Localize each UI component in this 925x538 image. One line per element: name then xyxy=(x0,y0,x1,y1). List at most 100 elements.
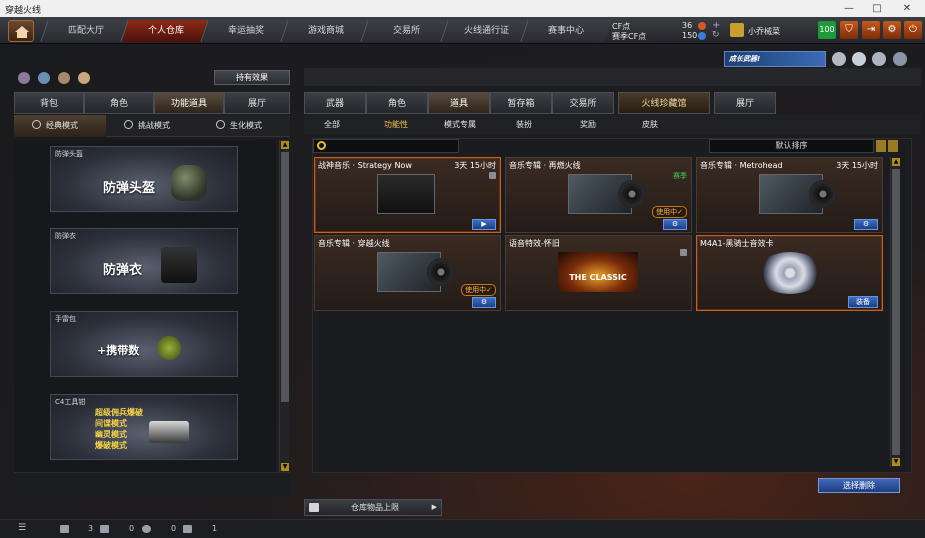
power-icon[interactable]: ⏻ xyxy=(904,21,922,39)
inventory-tabs: 背包 角色 功能道具 展厅 xyxy=(14,92,290,114)
list-view-icon[interactable] xyxy=(876,140,886,152)
layers-icon xyxy=(309,503,319,512)
clan-icon[interactable] xyxy=(832,52,846,66)
menu-icon[interactable]: ☰ xyxy=(18,523,26,533)
tab-storage-box[interactable]: 暂存箱 xyxy=(490,92,552,114)
right-header-strip xyxy=(304,68,921,86)
mode-zombie[interactable]: 生化模式 xyxy=(198,115,290,137)
cf-coin-icon xyxy=(698,22,706,30)
filter-skins[interactable]: 皮肤 xyxy=(642,115,658,135)
nav-tab-battle-pass[interactable]: 火线通行证 xyxy=(440,20,532,42)
vinyl-icon xyxy=(618,180,646,208)
tab-items[interactable]: 道具 xyxy=(428,92,490,114)
mode-challenge[interactable]: 挑战模式 xyxy=(106,115,198,137)
scroll-down-icon[interactable]: ▼ xyxy=(892,458,900,466)
filter-mode-specific[interactable]: 模式专属 xyxy=(444,115,476,135)
scroll-down-icon[interactable]: ▼ xyxy=(281,463,289,471)
left-footer xyxy=(14,472,290,496)
exit-room-icon[interactable]: ⇥ xyxy=(862,21,880,39)
owned-effects-button[interactable]: 持有效果 xyxy=(214,70,290,85)
equip-button[interactable]: 装备 xyxy=(848,296,878,308)
team-icon[interactable] xyxy=(18,72,30,84)
stat-value: 1 xyxy=(212,524,218,533)
tab-functional-items[interactable]: 功能道具 xyxy=(154,92,224,114)
settings-icon[interactable]: ⚙ xyxy=(883,21,901,39)
medal-icon[interactable] xyxy=(872,52,886,66)
home-button[interactable] xyxy=(8,20,34,42)
play-button[interactable]: ▶ xyxy=(472,219,496,230)
scroll-up-icon[interactable]: ▲ xyxy=(281,141,289,149)
item-name: 战神音乐 · Strategy Now xyxy=(318,161,412,170)
currency-panel: CF点 36 赛季CF点 150 + ↻ xyxy=(612,20,722,42)
tab-exchange[interactable]: 交易所 xyxy=(552,92,614,114)
filter-rewards[interactable]: 奖励 xyxy=(580,115,596,135)
scroll-up-icon[interactable]: ▲ xyxy=(892,158,900,166)
nav-tab-events[interactable]: 赛事中心 xyxy=(520,20,612,42)
sort-dropdown[interactable]: 默认排序 xyxy=(709,139,874,153)
tab-weapons[interactable]: 武器 xyxy=(304,92,366,114)
tab-showroom[interactable]: 展厅 xyxy=(224,92,290,114)
filter-functional[interactable]: 功能性 xyxy=(384,115,408,135)
scroll-thumb[interactable] xyxy=(892,169,900,455)
item-time: 3天 15小时 xyxy=(454,161,496,170)
maximize-button[interactable]: □ xyxy=(866,1,888,16)
item-card-grenade-pack[interactable]: 手雷包 +携带数 xyxy=(50,311,238,377)
nav-tab-exchange[interactable]: 交易所 xyxy=(360,20,452,42)
rank-icon[interactable] xyxy=(893,52,907,66)
nav-tab-shop[interactable]: 游戏商城 xyxy=(280,20,372,42)
scroll-thumb[interactable] xyxy=(281,152,289,402)
close-button[interactable]: ✕ xyxy=(896,1,918,16)
item-card-c4-tool[interactable]: C4工具钳 超级佣兵爆破 间谍模式 幽灵模式 爆破模式 xyxy=(50,394,238,460)
season-coin-icon xyxy=(698,32,706,40)
user-profile[interactable]: 小乔械菜 xyxy=(728,20,808,42)
cd-icon xyxy=(757,252,823,294)
item-card[interactable]: 音乐专辑 · 穿越火线 使用中✓ ⚙ xyxy=(314,235,501,311)
tab-backpack[interactable]: 背包 xyxy=(14,92,84,114)
season-tag: 赛季 xyxy=(673,172,687,180)
grid-scrollbar[interactable]: ▲ ▼ xyxy=(890,157,900,467)
nav-tab-lottery[interactable]: 幸运抽奖 xyxy=(200,20,292,42)
select-delete-button[interactable]: 选择删除 xyxy=(818,478,900,493)
item-caption: 防弹头盔 xyxy=(55,150,83,158)
settings-button[interactable]: ⚙ xyxy=(663,219,687,230)
item-card-helmet[interactable]: 防弹头盔 防弹头盔 xyxy=(50,146,238,212)
left-scrollbar[interactable]: ▲ ▼ xyxy=(279,140,289,472)
pet-icon[interactable] xyxy=(78,72,90,84)
item-card-vest[interactable]: 防弹衣 防弹衣 xyxy=(50,228,238,294)
item-card[interactable]: 音乐专辑 · Metrohead 3天 15小时 ⚙ xyxy=(696,157,883,233)
lock-icon xyxy=(680,249,687,256)
settings-button[interactable]: ⚙ xyxy=(854,219,878,230)
mode-classic[interactable]: 经典模式 xyxy=(14,115,106,137)
tab-character[interactable]: 角色 xyxy=(84,92,154,114)
stat-value: 3 xyxy=(88,524,94,533)
tab-characters[interactable]: 角色 xyxy=(366,92,428,114)
capacity-button[interactable]: 仓库物品上限 ▶ xyxy=(304,499,442,516)
sort-direction-icon[interactable] xyxy=(888,140,898,152)
filter-all[interactable]: 全部 xyxy=(324,115,340,135)
minimize-button[interactable]: — xyxy=(838,1,860,16)
search-input[interactable] xyxy=(313,139,459,153)
item-time: 3天 15小时 xyxy=(836,161,878,170)
filter-dressup[interactable]: 装扮 xyxy=(516,115,532,135)
promo-banner[interactable]: 成长武器! xyxy=(724,51,826,67)
vip-icon[interactable] xyxy=(852,52,866,66)
speaker-icon[interactable] xyxy=(183,525,192,533)
season-cf-value: 150 xyxy=(682,31,698,40)
item-name: 语音特效-怀旧 xyxy=(509,239,560,248)
refresh-icon[interactable]: ↻ xyxy=(712,30,720,40)
character-icon[interactable] xyxy=(58,72,70,84)
status-bar: ☰ 3 0 0 1 xyxy=(0,519,925,538)
item-card[interactable]: 语音特效-怀旧 THE CLASSIC xyxy=(505,235,692,311)
tab-collection[interactable]: 火线珍藏馆 xyxy=(618,92,710,114)
item-card[interactable]: M4A1-黑骑士音效卡 装备 xyxy=(696,235,883,311)
tab-showroom[interactable]: 展厅 xyxy=(714,92,776,114)
item-card[interactable]: 战神音乐 · Strategy Now 3天 15小时 ▶ xyxy=(314,157,501,233)
nav-tab-match-lobby[interactable]: 匹配大厅 xyxy=(40,20,132,42)
nav-tab-inventory[interactable]: 个人仓库 xyxy=(120,20,212,42)
item-card[interactable]: 音乐专辑 · 再燃火线 赛季 使用中✓ ⚙ xyxy=(505,157,692,233)
chat-icon[interactable] xyxy=(142,525,151,533)
globe-icon[interactable] xyxy=(38,72,50,84)
shield-icon[interactable]: ⛉ xyxy=(840,21,858,39)
settings-button[interactable]: ⚙ xyxy=(472,297,496,308)
helmet-icon xyxy=(171,165,207,201)
